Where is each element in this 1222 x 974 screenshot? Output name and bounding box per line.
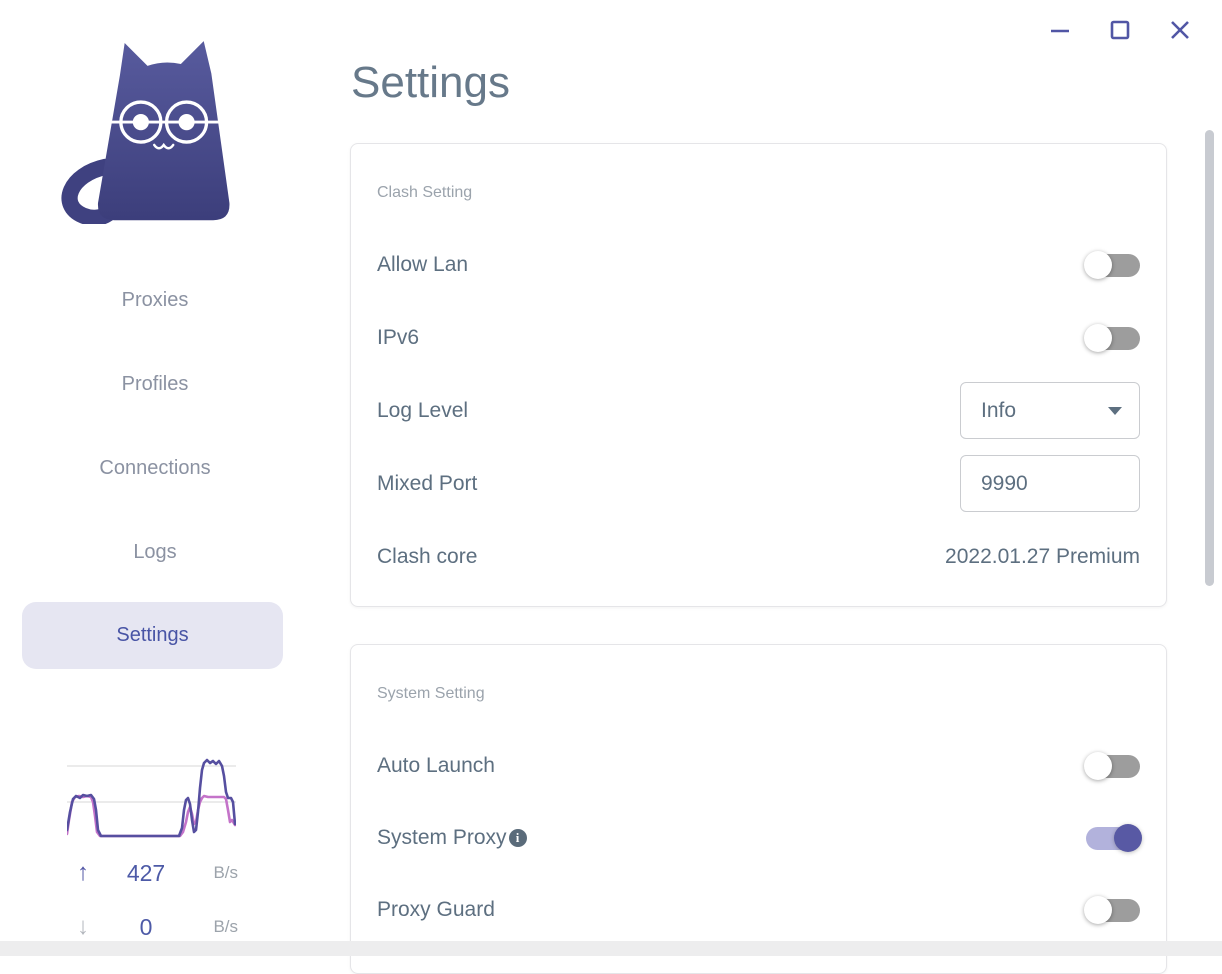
- row-label: Allow Lan: [377, 252, 469, 276]
- setting-row-proxy-guard: Proxy Guard: [377, 874, 1140, 946]
- setting-row-ipv6: IPv6: [377, 301, 1140, 374]
- clash-setting-card: Clash Setting Allow Lan IPv6 Log Level I…: [350, 143, 1167, 607]
- download-speed: ↓ 0 B/s: [60, 912, 238, 942]
- setting-row-clash-core: Clash core 2022.01.27 Premium: [377, 520, 1140, 593]
- row-label: Mixed Port: [377, 471, 478, 495]
- row-label: Log Level: [377, 398, 469, 422]
- window-bottom-edge: [0, 941, 1222, 956]
- clash-core-version: 2022.01.27 Premium: [945, 544, 1140, 568]
- log-level-selected-value: Info: [981, 398, 1017, 422]
- setting-row-log-level: Log Level Info: [377, 374, 1140, 447]
- sidebar: Proxies Profiles Connections Logs Settin…: [0, 0, 310, 956]
- row-label: Auto Launch: [377, 754, 495, 777]
- window-controls: [1047, 17, 1193, 43]
- row-label-text: System Proxy: [377, 826, 507, 849]
- allow-lan-toggle[interactable]: [1084, 250, 1140, 280]
- proxy-guard-toggle[interactable]: [1084, 895, 1140, 925]
- upload-arrow-icon: ↑: [77, 859, 89, 886]
- minimize-icon: [1051, 29, 1069, 33]
- download-unit: B/s: [213, 917, 238, 936]
- toggle-thumb: [1084, 896, 1112, 924]
- page-title: Settings: [351, 58, 510, 107]
- traffic-graph: [67, 758, 236, 838]
- toggle-thumb: [1084, 250, 1112, 279]
- row-label: Clash core: [377, 544, 478, 568]
- upload-speed: ↑ 427 B/s: [60, 858, 238, 888]
- close-icon: [1171, 21, 1189, 39]
- toggle-thumb: [1084, 323, 1112, 352]
- chevron-down-icon: [1108, 406, 1122, 415]
- sidebar-item-logs[interactable]: Logs: [0, 535, 310, 569]
- sidebar-item-connections[interactable]: Connections: [0, 451, 310, 485]
- log-level-select[interactable]: Info: [960, 382, 1140, 439]
- mixed-port-input[interactable]: [960, 455, 1140, 512]
- setting-row-auto-launch: Auto Launch: [377, 730, 1140, 802]
- setting-row-system-proxy: System Proxy i: [377, 802, 1142, 874]
- close-button[interactable]: [1167, 17, 1193, 43]
- minimize-button[interactable]: [1047, 17, 1073, 43]
- system-setting-card: System Setting Auto Launch System Proxy …: [350, 644, 1167, 974]
- scrollbar-thumb[interactable]: [1205, 130, 1214, 586]
- row-label: Proxy Guard: [377, 898, 495, 921]
- upload-value: 427: [126, 859, 166, 886]
- maximize-icon: [1110, 20, 1130, 40]
- toggle-thumb: [1084, 752, 1112, 780]
- section-label: Clash Setting: [377, 184, 473, 201]
- ipv6-toggle[interactable]: [1084, 323, 1140, 353]
- section-label: System Setting: [377, 685, 485, 702]
- maximize-button[interactable]: [1107, 17, 1133, 43]
- toggle-thumb: [1114, 824, 1142, 852]
- sidebar-item-profiles[interactable]: Profiles: [0, 367, 310, 401]
- download-value: 0: [139, 913, 153, 940]
- system-proxy-toggle[interactable]: [1086, 823, 1142, 853]
- sidebar-item-settings[interactable]: Settings: [22, 602, 283, 669]
- sidebar-item-proxies[interactable]: Proxies: [0, 283, 310, 317]
- setting-row-mixed-port: Mixed Port: [377, 447, 1140, 520]
- row-label: IPv6: [377, 325, 420, 349]
- upload-unit: B/s: [213, 863, 238, 882]
- download-arrow-icon: ↓: [77, 913, 89, 940]
- auto-launch-toggle[interactable]: [1084, 751, 1140, 781]
- clash-cat-logo: [61, 41, 230, 224]
- row-label: System Proxy i: [377, 826, 527, 850]
- setting-row-allow-lan: Allow Lan: [377, 228, 1140, 301]
- info-icon[interactable]: i: [508, 829, 527, 847]
